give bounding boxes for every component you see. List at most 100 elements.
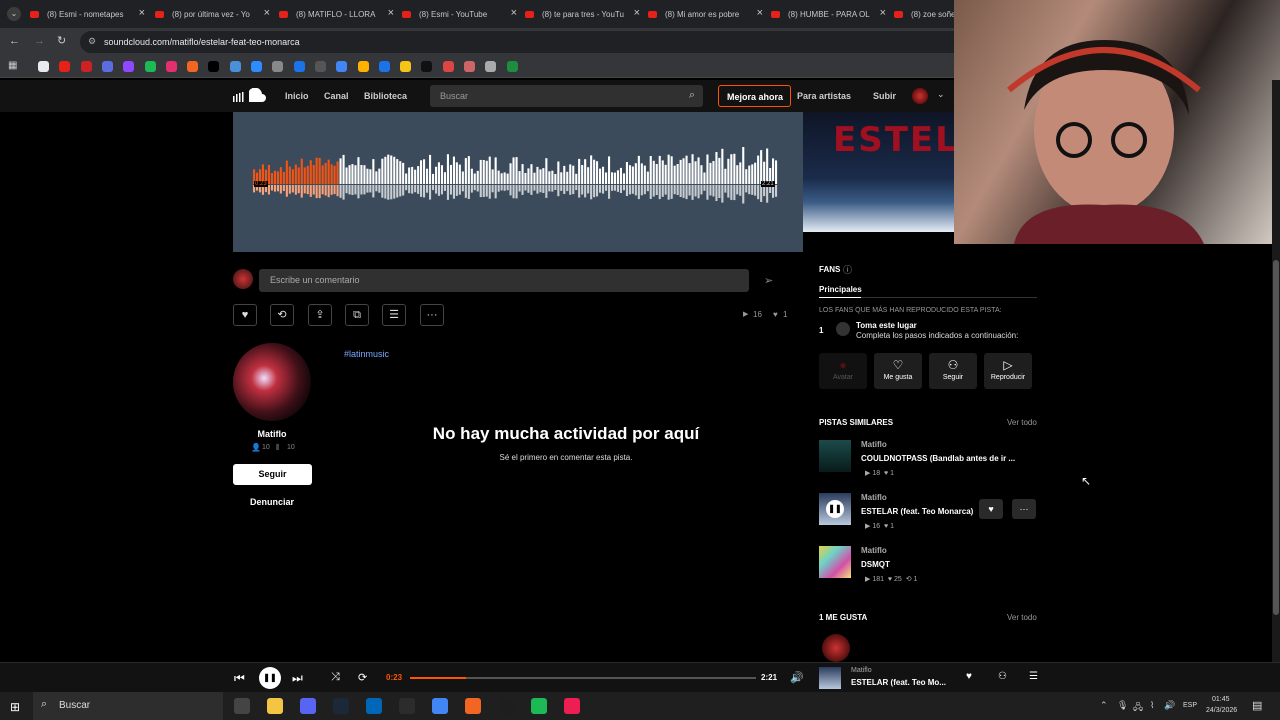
close-tab-icon[interactable]: × bbox=[880, 7, 886, 19]
soundcloud-logo-icon[interactable] bbox=[232, 88, 266, 104]
browser-tab[interactable]: (8) MATIFLO - LLORA × bbox=[279, 4, 394, 24]
forward-icon[interactable]: → bbox=[34, 35, 45, 47]
report-link[interactable]: Denunciar bbox=[233, 497, 311, 507]
close-tab-icon[interactable]: × bbox=[511, 7, 517, 19]
bookmark-icon[interactable] bbox=[251, 61, 262, 72]
likes-see-all[interactable]: Ver todo bbox=[1007, 613, 1037, 622]
upload-link[interactable]: Subir bbox=[873, 91, 896, 101]
previous-icon[interactable]: ⏮ bbox=[234, 671, 245, 686]
bookmark-icon[interactable] bbox=[421, 61, 433, 72]
similar-track-artist[interactable]: Matiflo bbox=[861, 493, 887, 502]
wifi-icon[interactable]: ⌇ bbox=[1150, 700, 1154, 711]
nav-home[interactable]: Inicio bbox=[285, 91, 309, 101]
fans-tab-top[interactable]: Principales bbox=[819, 285, 862, 294]
tab-search-icon[interactable]: ⌄ bbox=[7, 7, 21, 21]
taskbar-app-icon[interactable] bbox=[267, 698, 283, 714]
bookmark-icon[interactable] bbox=[314, 61, 326, 72]
player-like-icon[interactable]: ♥ bbox=[966, 671, 972, 682]
bookmark-icon[interactable] bbox=[378, 61, 390, 72]
bookmark-icon[interactable] bbox=[336, 61, 348, 72]
browser-tab[interactable]: (8) Esmi - YouTube × bbox=[402, 4, 517, 24]
similar-track-playing[interactable]: ❚❚ Matiflo ESTELAR (feat. Teo Monarca) ▶… bbox=[819, 493, 1036, 537]
tag-latinmusic[interactable]: #latinmusic bbox=[344, 349, 389, 359]
taskbar-search[interactable]: ⌕ Buscar bbox=[33, 692, 223, 720]
taskbar-app-icon[interactable] bbox=[333, 698, 349, 714]
taskbar-app-icon[interactable] bbox=[432, 698, 448, 714]
similar-track-title[interactable]: ESTELAR (feat. Teo Monarca) bbox=[861, 507, 975, 516]
scrollbar-thumb[interactable] bbox=[1273, 260, 1279, 615]
bookmark-icon[interactable] bbox=[208, 61, 220, 72]
close-tab-icon[interactable]: × bbox=[388, 7, 394, 19]
for-artists-link[interactable]: Para artistas bbox=[797, 91, 851, 101]
notifications-icon[interactable]: ▤ bbox=[1252, 699, 1262, 712]
bookmark-icon[interactable] bbox=[272, 61, 284, 72]
add-to-playlist-button[interactable]: ☰ bbox=[382, 304, 406, 326]
site-info-icon[interactable]: ⚙ bbox=[88, 36, 96, 47]
taskbar-app-icon[interactable] bbox=[366, 698, 382, 714]
waveform[interactable] bbox=[253, 140, 778, 212]
similar-see-all[interactable]: Ver todo bbox=[1007, 418, 1037, 427]
search-icon[interactable]: ⌕ bbox=[689, 89, 695, 102]
comment-input[interactable]: Escribe un comentario bbox=[259, 269, 749, 292]
queue-icon[interactable]: ☰ bbox=[1029, 671, 1038, 682]
similar-track-artist[interactable]: Matiflo bbox=[861, 546, 887, 555]
repeat-icon[interactable]: ⟳ bbox=[358, 671, 367, 684]
windows-start-icon[interactable]: ⊞ bbox=[10, 700, 20, 714]
bookmark-icon[interactable] bbox=[123, 61, 135, 72]
player-follow-icon[interactable]: ⚇ bbox=[998, 671, 1007, 682]
bookmark-icon[interactable] bbox=[400, 61, 412, 72]
next-icon[interactable]: ⏭ bbox=[292, 671, 303, 686]
reload-icon[interactable]: ↻ bbox=[57, 34, 66, 47]
fan-step-like[interactable]: ♡ Me gusta bbox=[874, 353, 922, 389]
bookmark-icon[interactable] bbox=[442, 61, 454, 72]
player-progress-track[interactable] bbox=[410, 677, 756, 679]
bookmark-icon[interactable] bbox=[229, 61, 241, 72]
player-title[interactable]: ESTELAR (feat. Teo Mo... bbox=[851, 678, 946, 687]
language-indicator[interactable]: ESP bbox=[1183, 702, 1197, 709]
similar-track-artist[interactable]: Matiflo bbox=[861, 440, 887, 449]
similar-like-button[interactable]: ♥ bbox=[979, 499, 1003, 519]
close-tab-icon[interactable]: × bbox=[139, 7, 145, 19]
clock-date[interactable]: 24/3/2026 bbox=[1206, 707, 1237, 714]
clock-time[interactable]: 01:45 bbox=[1212, 696, 1230, 703]
more-button[interactable]: ··· bbox=[420, 304, 444, 326]
similar-more-button[interactable]: ··· bbox=[1012, 499, 1036, 519]
bookmark-icon[interactable] bbox=[187, 61, 199, 72]
share-button[interactable]: ⇪ bbox=[308, 304, 332, 326]
taskbar-app-icon[interactable] bbox=[564, 698, 580, 714]
taskbar-app-icon[interactable] bbox=[399, 698, 415, 714]
url-field[interactable]: ⚙ soundcloud.com/matiflo/estelar-feat-te… bbox=[80, 31, 980, 53]
repost-button[interactable]: ⟲ bbox=[270, 304, 294, 326]
bookmark-icon[interactable] bbox=[506, 61, 518, 72]
browser-tab[interactable]: (8) Esmi - nometapes × bbox=[30, 4, 145, 24]
nav-feed[interactable]: Canal bbox=[324, 91, 349, 101]
bookmark-icon[interactable] bbox=[485, 61, 497, 72]
close-tab-icon[interactable]: × bbox=[757, 7, 763, 19]
upgrade-button[interactable]: Mejora ahora bbox=[718, 85, 791, 107]
follow-button[interactable]: Seguir bbox=[233, 464, 312, 485]
taskbar-app-icon[interactable] bbox=[531, 698, 547, 714]
pause-icon[interactable]: ❚❚ bbox=[826, 500, 844, 518]
like-button[interactable]: ♥ bbox=[233, 304, 257, 326]
bookmark-icon[interactable] bbox=[59, 61, 71, 72]
copy-link-button[interactable]: ⧉ bbox=[345, 304, 369, 326]
tray-chevron-icon[interactable]: ⌃ bbox=[1100, 700, 1108, 711]
bookmark-icon[interactable] bbox=[464, 61, 475, 72]
play-pause-button[interactable]: ❚❚ bbox=[259, 667, 281, 689]
artist-avatar[interactable] bbox=[233, 343, 311, 421]
similar-track[interactable]: Matiflo COULDNOTPASS (Bandlab antes de i… bbox=[819, 440, 1029, 484]
bookmark-icon[interactable] bbox=[144, 61, 156, 72]
player-track-art[interactable] bbox=[819, 667, 841, 689]
taskbar-app-icon[interactable] bbox=[465, 698, 481, 714]
taskbar-app-icon[interactable] bbox=[234, 698, 250, 714]
send-icon[interactable]: ➢ bbox=[764, 274, 773, 287]
search-input[interactable]: Buscar ⌕ bbox=[430, 85, 703, 107]
similar-track-title[interactable]: COULDNOTPASS (Bandlab antes de ir ... bbox=[861, 454, 1033, 463]
info-icon[interactable]: ⓘ bbox=[843, 263, 852, 276]
chevron-down-icon[interactable]: ⌄ bbox=[937, 89, 945, 100]
taskbar-app-icon[interactable] bbox=[498, 698, 514, 714]
browser-tab[interactable]: (8) Mi amor es pobre × bbox=[648, 4, 763, 24]
bookmark-icon[interactable] bbox=[165, 61, 177, 72]
close-tab-icon[interactable]: × bbox=[264, 7, 270, 19]
network-icon[interactable]: 🖧 bbox=[1133, 700, 1143, 716]
